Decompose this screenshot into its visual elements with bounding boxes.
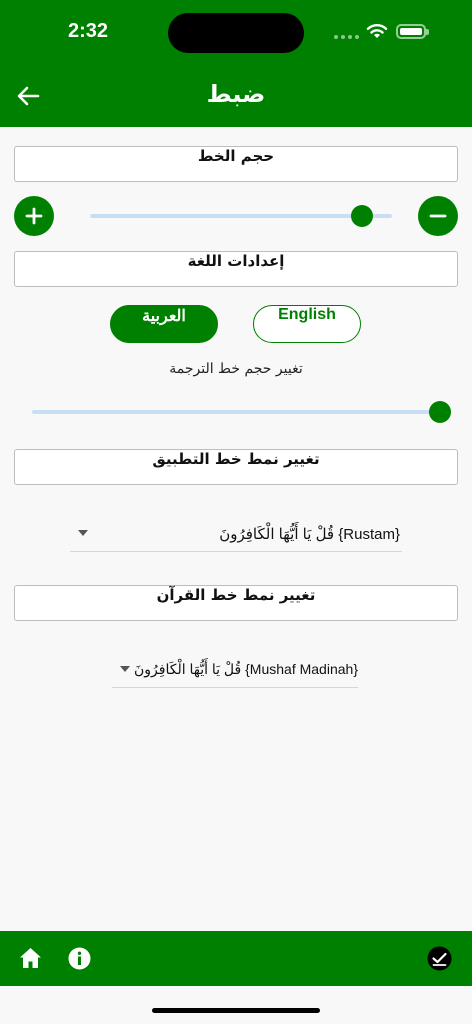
translation-size-slider[interactable] <box>32 399 451 425</box>
app-font-heading: تغيير نمط خط التطبيق <box>14 449 458 485</box>
english-language-button[interactable]: English <box>253 305 361 343</box>
plus-icon <box>25 207 43 225</box>
minus-icon <box>429 214 447 218</box>
battery-icon <box>396 24 429 39</box>
wifi-icon <box>366 24 388 38</box>
status-time: 2:32 <box>68 20 109 42</box>
font-size-slider[interactable] <box>90 203 392 229</box>
translation-size-label: تغيير حجم خط الترجمة <box>169 361 303 377</box>
check-circle-icon[interactable] <box>427 946 452 971</box>
dropdown-arrow-icon <box>120 666 130 672</box>
slider-track <box>32 410 440 414</box>
quran-font-dropdown[interactable]: {Mushaf Madinah} قُلْ يَا أَيُّهَا الْكَ… <box>112 653 358 688</box>
slider-thumb[interactable] <box>429 401 451 423</box>
page-title: ضبط <box>206 80 266 108</box>
decrease-font-button[interactable] <box>418 196 458 236</box>
dynamic-island <box>168 13 304 53</box>
font-size-heading: حجم الخط <box>14 146 458 182</box>
app-font-dropdown[interactable]: {Rustam} قُلْ يَا أَيُّهَا الْكَافِرُونَ <box>70 517 402 552</box>
app-font-selected: {Rustam} قُلْ يَا أَيُّهَا الْكَافِرُونَ <box>219 526 400 543</box>
dropdown-arrow-icon <box>78 530 88 536</box>
quran-font-heading: تغيير نمط خط القرآن <box>14 585 458 621</box>
language-settings-heading: إعدادات اللغة <box>14 251 458 287</box>
app-header: 2:32 ضبط <box>0 0 472 127</box>
quran-font-selected: {Mushaf Madinah} قُلْ يَا أَيُّهَا الْكَ… <box>133 661 358 677</box>
cellular-signal-icon <box>334 35 359 39</box>
bottom-toolbar <box>0 931 472 986</box>
slider-track <box>90 214 392 218</box>
arabic-language-button[interactable]: العربية <box>110 305 218 343</box>
home-indicator <box>152 1008 320 1013</box>
home-icon[interactable] <box>19 947 42 969</box>
increase-font-button[interactable] <box>14 196 54 236</box>
slider-thumb[interactable] <box>350 205 373 227</box>
info-icon[interactable] <box>68 947 91 970</box>
